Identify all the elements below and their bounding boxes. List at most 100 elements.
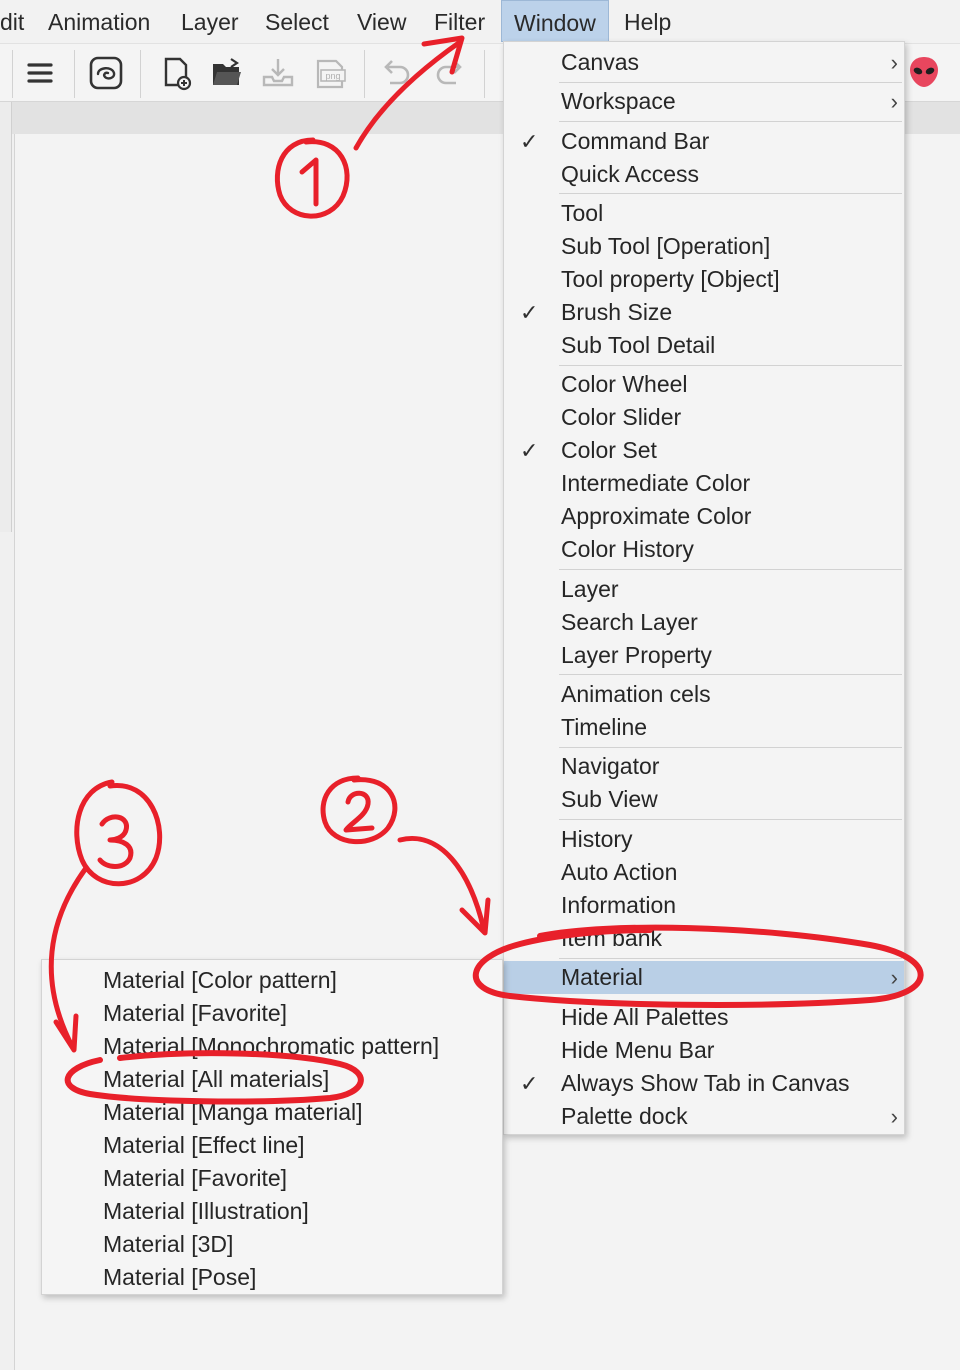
menu-item-label: Tool [561,200,604,226]
window-menu-item-sub-tool-operation[interactable]: Sub Tool [Operation] [504,230,904,263]
material-submenu-item[interactable]: Material [Monochromatic pattern] [42,1030,502,1063]
window-menu-item-auto-action[interactable]: Auto Action [504,856,904,889]
window-menu-item-animation-cels[interactable]: Animation cels [504,678,904,711]
material-submenu-item[interactable]: Material [Color pattern] [42,964,502,997]
material-submenu-label: Material [Illustration] [103,1198,309,1224]
window-menu-item-sub-tool-detail[interactable]: Sub Tool Detail [504,329,904,362]
material-submenu-label: Material [Pose] [103,1264,257,1290]
material-submenu-item[interactable]: Material [Favorite] [42,997,502,1030]
menu-item-label: Color History [561,536,694,562]
menu-edit[interactable]: dit [0,0,36,42]
menu-item-label: Material [561,964,643,990]
menu-item-label: Auto Action [561,859,678,885]
menu-item-label: Intermediate Color [561,470,751,496]
menu-animation[interactable]: Animation [36,0,162,42]
material-submenu-item[interactable]: Material [Manga material] [42,1096,502,1129]
window-menu-item-approximate-color[interactable]: Approximate Color [504,500,904,533]
window-menu-item-tool-property-object[interactable]: Tool property [Object] [504,263,904,296]
material-submenu-item[interactable]: Material [Favorite] [42,1162,502,1195]
material-submenu-label: Material [Monochromatic pattern] [103,1033,440,1059]
menu-item-label: Sub Tool Detail [561,332,716,358]
menu-window[interactable]: Window [501,0,609,42]
window-menu-item-canvas[interactable]: Canvas › [504,46,904,79]
window-menu-item-brush-size[interactable]: ✓ Brush Size [504,296,904,329]
window-menu-item-intermediate-color[interactable]: Intermediate Color [504,467,904,500]
window-menu-item-hide-menu-bar[interactable]: Hide Menu Bar [504,1034,904,1067]
chevron-right-icon: › [890,1104,898,1129]
window-menu-item-sub-view[interactable]: Sub View [504,783,904,816]
checkmark-icon: ✓ [520,300,539,325]
menu-item-label: Item bank [561,925,662,951]
menu-separator [559,674,902,675]
alien-mascot-icon[interactable] [908,55,940,89]
menu-separator [559,569,902,570]
window-menu-item-color-history[interactable]: Color History [504,533,904,566]
window-menu-item-history[interactable]: History [504,823,904,856]
material-submenu-item[interactable]: Material [Illustration] [42,1195,502,1228]
menu-item-label: Quick Access [561,161,700,187]
checkmark-icon: ✓ [520,129,539,154]
window-menu-item-color-set[interactable]: ✓ Color Set [504,434,904,467]
window-menu-item-navigator[interactable]: Navigator [504,750,904,783]
window-menu-item-information[interactable]: Information [504,889,904,922]
menu-item-label: Layer [561,576,619,602]
save-icon[interactable] [256,52,300,94]
png-label: png [325,71,340,81]
toolbar-divider [364,50,365,98]
menu-item-label: Information [561,892,677,918]
material-submenu-item[interactable]: Material [Effect line] [42,1129,502,1162]
menu-help[interactable]: Help [612,0,683,42]
window-menu-item-timeline[interactable]: Timeline [504,711,904,744]
window-menu-item-item-bank[interactable]: Item bank [504,922,904,955]
menu-separator [559,365,902,366]
window-menu-item-always-show-tab-in-canvas[interactable]: ✓ Always Show Tab in Canvas [504,1067,904,1100]
window-menu-item-workspace[interactable]: Workspace › [504,85,904,118]
menu-separator [559,958,902,959]
menu-item-label: Workspace [561,88,676,114]
material-submenu-label: Material [Color pattern] [103,967,337,993]
menu-item-label: Sub Tool [Operation] [561,233,771,259]
menu-item-label: Color Slider [561,404,682,430]
menu-item-label: Palette dock [561,1103,688,1129]
toolbar-divider [140,50,141,98]
undo-icon[interactable] [374,52,418,94]
window-menu-item-color-wheel[interactable]: Color Wheel [504,368,904,401]
material-submenu: Material [Color pattern] Material [Favori… [41,959,503,1295]
window-menu-item-hide-all-palettes[interactable]: Hide All Palettes [504,1001,904,1034]
material-submenu-item[interactable]: Material [All materials] [42,1063,502,1096]
menu-item-label: Layer Property [561,642,712,668]
material-submenu-item[interactable]: Material [Pose] [42,1261,502,1294]
window-menu-item-search-layer[interactable]: Search Layer [504,606,904,639]
window-menu-item-color-slider[interactable]: Color Slider [504,401,904,434]
menu-select[interactable]: Select [253,0,341,42]
menu-view[interactable]: View [345,0,418,42]
redo-icon[interactable] [428,52,472,94]
window-menu-item-quick-access[interactable]: Quick Access [504,158,904,191]
open-folder-icon[interactable] [205,52,249,94]
menu-item-label: Sub View [561,786,658,812]
export-png-icon[interactable]: png [308,52,352,94]
menu-item-label: Timeline [561,714,648,740]
material-submenu-label: Material [Effect line] [103,1132,305,1158]
menu-item-label: History [561,826,633,852]
menu-item-label: Approximate Color [561,503,752,529]
clip-studio-logo-icon[interactable] [84,52,128,94]
window-menu-item-command-bar[interactable]: ✓ Command Bar [504,125,904,158]
menu-item-label: Animation cels [561,681,711,707]
window-menu-item-layer-property[interactable]: Layer Property [504,639,904,672]
material-submenu-label: Material [Favorite] [103,1000,288,1026]
window-menu-item-material[interactable]: Material › [504,961,904,994]
material-submenu-item[interactable]: Material [3D] [42,1228,502,1261]
menu-layer[interactable]: Layer [169,0,251,42]
window-menu-item-layer[interactable]: Layer [504,573,904,606]
material-submenu-label: Material [Manga material] [103,1099,363,1125]
window-menu-item-palette-dock[interactable]: Palette dock › [504,1100,904,1133]
menu-filter[interactable]: Filter [422,0,497,42]
chevron-right-icon: › [890,89,898,114]
window-menu-item-tool[interactable]: Tool [504,197,904,230]
checkmark-icon: ✓ [520,1071,539,1096]
menu-item-label: Hide All Palettes [561,1004,729,1030]
hamburger-menu-icon[interactable] [18,52,62,94]
new-canvas-icon[interactable] [154,52,198,94]
toolbar-divider [484,50,485,98]
